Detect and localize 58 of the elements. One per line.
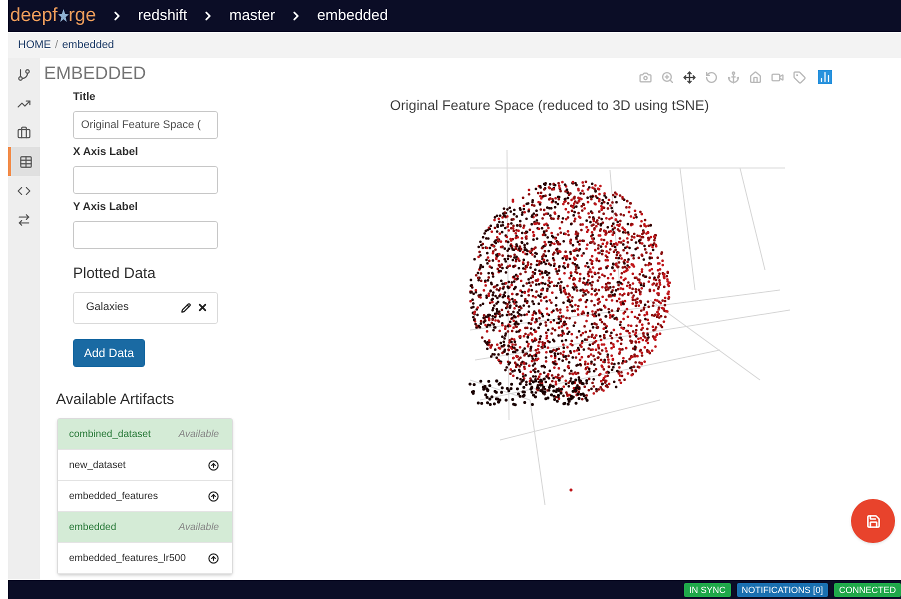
branch-icon — [17, 68, 31, 82]
text-field[interactable]: Original Feature Space ( — [73, 111, 218, 139]
section-heading: Plotted Data — [73, 264, 157, 284]
artifact-name: combined_dataset — [69, 428, 152, 442]
home-icon — [748, 70, 762, 84]
add-data-button[interactable]: Add Data — [73, 338, 146, 366]
camera-icon — [638, 70, 652, 84]
plotted-name: Galaxies — [86, 300, 130, 316]
status-badge: CONNECTED — [834, 582, 901, 596]
briefcase-icon — [17, 126, 31, 140]
navbar-crumb[interactable]: redshift — [138, 4, 188, 28]
bar-chart-icon — [819, 71, 831, 83]
table-icon — [18, 154, 32, 168]
plotly-logo-link[interactable] — [818, 70, 832, 84]
close-icon[interactable] — [197, 302, 208, 313]
artifact-status: Available — [178, 428, 219, 442]
field-label: X Axis Label — [73, 145, 140, 160]
tag-icon — [792, 70, 806, 84]
save-button[interactable] — [851, 499, 895, 543]
artifact-name: embedded_features — [69, 490, 159, 504]
field-label: Y Axis Label — [73, 200, 139, 215]
anchor-icon — [726, 70, 740, 84]
pencil-icon[interactable] — [181, 302, 191, 312]
artifact-name: embedded_features_lr500 — [69, 552, 187, 566]
artifact-name: new_dataset — [69, 458, 127, 472]
artifact-item[interactable]: new_dataset — [58, 450, 232, 481]
artifact-item[interactable]: combined_dataset Available — [58, 419, 232, 450]
rotate-icon — [704, 70, 718, 84]
text-field[interactable] — [73, 221, 218, 249]
navbar-crumb[interactable]: master — [229, 4, 276, 28]
navbar-crumb[interactable]: embedded — [317, 4, 388, 28]
field-label: Title — [73, 90, 96, 105]
breadcrumb-separator: / — [55, 38, 58, 53]
breadcrumb-link[interactable]: HOME — [18, 36, 51, 54]
upload-icon[interactable] — [208, 460, 219, 470]
artifact-item[interactable]: embedded_features — [58, 481, 232, 512]
breadcrumb-link[interactable]: embedded — [62, 36, 114, 54]
arrows-icon — [17, 212, 31, 226]
logo[interactable]: deepf rge — [10, 2, 96, 30]
plot-title: Original Feature Space (reduced to 3D using tSNE) — [390, 96, 710, 115]
status-badge: IN SYNC — [684, 582, 731, 596]
save-icon — [866, 514, 880, 528]
move-icon — [682, 70, 696, 84]
artifact-item[interactable]: embedded_features_lr500 — [58, 543, 232, 574]
zoom-icon — [660, 70, 674, 84]
section-heading: Available Artifacts — [55, 390, 176, 410]
text-field[interactable] — [73, 166, 218, 194]
video-camera-icon — [770, 70, 784, 84]
logo-star-icon — [58, 8, 69, 22]
artifact-item[interactable]: embedded Available — [58, 512, 232, 543]
artifact-status: Available — [178, 520, 219, 534]
artifact-name: embedded — [69, 520, 118, 534]
plot-tool[interactable] — [682, 70, 696, 84]
sidebar-tab[interactable] — [8, 147, 40, 176]
status-badge: NOTIFICATIONS [0] — [736, 582, 828, 596]
upload-icon[interactable] — [208, 490, 219, 502]
upload-icon[interactable] — [208, 552, 219, 564]
panel-title: EMBEDDED — [44, 62, 148, 84]
